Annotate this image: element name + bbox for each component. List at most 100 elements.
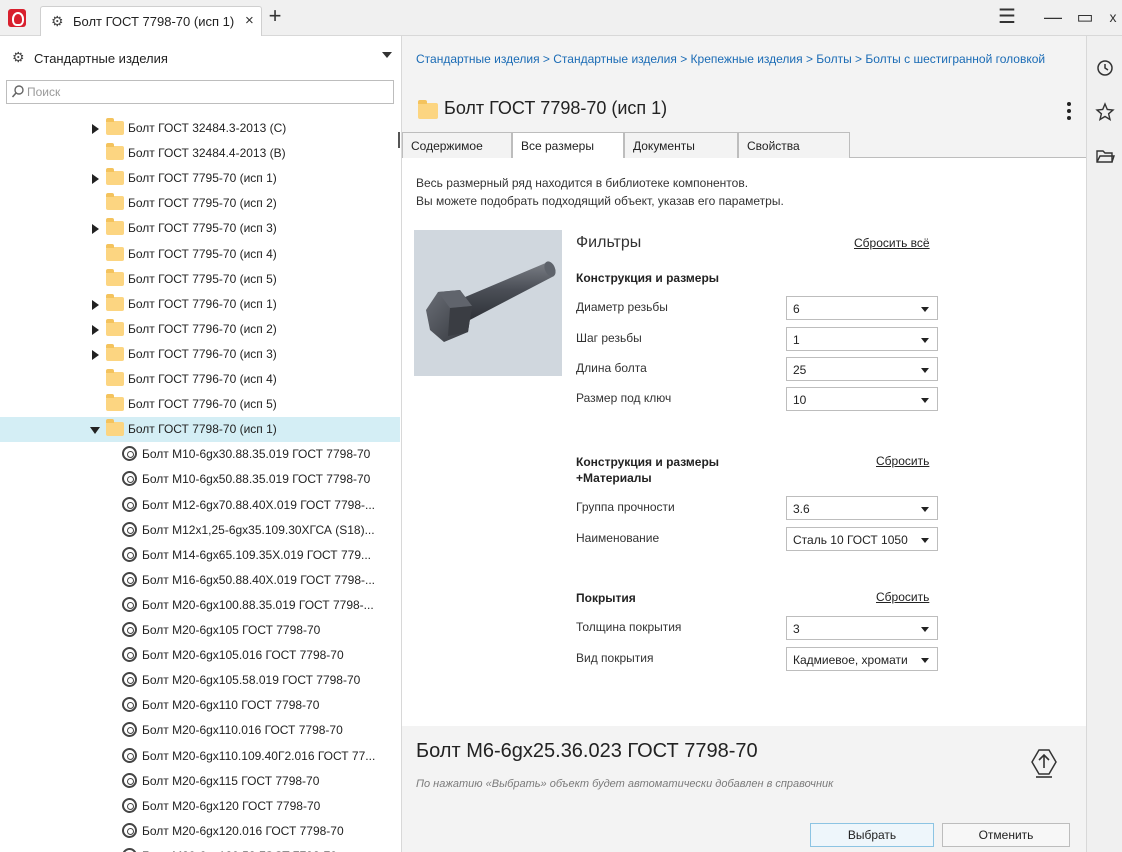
tree-item-label: Болт ГОСТ 7796-70 (исп 3) — [128, 347, 277, 361]
tree-folder-item[interactable]: Болт ГОСТ 7795-70 (исп 2) — [0, 191, 400, 216]
select-value: 25 — [793, 363, 807, 377]
tree-folder-item[interactable]: Болт ГОСТ 32484.4-2013 (В) — [0, 141, 400, 166]
tree-folder-item[interactable]: Болт ГОСТ 7796-70 (исп 1) — [0, 292, 400, 317]
tree-folder-item[interactable]: Болт ГОСТ 7795-70 (исп 5) — [0, 267, 400, 292]
tree-part-item[interactable]: Болт М20-6gx105 ГОСТ 7798-70 — [0, 618, 400, 643]
tree-part-item[interactable]: Болт М20-6gx105.016 ГОСТ 7798-70 — [0, 643, 400, 668]
folder-icon — [106, 394, 124, 411]
expand-arrow-icon[interactable] — [92, 124, 99, 134]
tree-folder-item[interactable]: Болт ГОСТ 7796-70 (исп 2) — [0, 317, 400, 342]
tree-part-item[interactable]: Болт М20-6gx110.016 ГОСТ 7798-70 — [0, 718, 400, 743]
tree-item-label: Болт М20-6gx105.016 ГОСТ 7798-70 — [142, 648, 344, 662]
reset-coating-link[interactable]: Сбросить — [876, 590, 929, 604]
breadcrumb[interactable]: Стандартные изделия > Стандартные издели… — [416, 50, 1076, 69]
tree-item-label: Болт ГОСТ 7796-70 (исп 1) — [128, 297, 277, 311]
panel-splitter[interactable] — [398, 132, 400, 148]
app-logo-icon[interactable] — [8, 9, 26, 27]
tree-part-item[interactable]: Болт М16-6gx50.88.40Х.019 ГОСТ 7798-... — [0, 568, 400, 593]
select-key-size[interactable]: 10 — [786, 387, 938, 411]
chevron-down-icon — [921, 307, 929, 312]
export-icon[interactable] — [1030, 746, 1058, 778]
reset-all-link[interactable]: Сбросить всё — [854, 236, 930, 250]
select-button[interactable]: Выбрать — [810, 823, 934, 847]
part-icon — [122, 522, 137, 537]
group-title-line: +Материалы — [576, 471, 652, 485]
expand-arrow-icon[interactable] — [92, 350, 99, 360]
tab-all-sizes[interactable]: Все размеры — [512, 132, 624, 159]
part-icon — [122, 672, 137, 687]
tree-folder-item[interactable]: Болт ГОСТ 7796-70 (исп 4) — [0, 367, 400, 392]
select-length[interactable]: 25 — [786, 357, 938, 381]
folder-icon — [106, 319, 124, 336]
info-text: Весь размерный ряд находится в библиотек… — [416, 174, 784, 210]
select-material[interactable]: Сталь 10 ГОСТ 1050 — [786, 527, 938, 551]
folder-open-icon[interactable] — [1093, 144, 1117, 168]
tree-item-label: Болт ГОСТ 7795-70 (исп 3) — [128, 221, 277, 235]
select-value: Кадмиевое, хромати — [793, 653, 908, 667]
close-window-icon[interactable]: x — [1100, 4, 1122, 30]
tree-part-item[interactable]: Болт М20-6gx120.58 ГОСТ 7798-70 — [0, 844, 400, 852]
tree-folder-item[interactable]: Болт ГОСТ 7796-70 (исп 3) — [0, 342, 400, 367]
maximize-icon[interactable]: ▭ — [1072, 4, 1098, 30]
expand-arrow-icon[interactable] — [92, 224, 99, 234]
minimize-icon[interactable]: — — [1040, 4, 1066, 30]
document-tab-title: Болт ГОСТ 7798-70 (исп 1) — [73, 14, 235, 29]
select-value: 6 — [793, 302, 800, 316]
history-icon[interactable] — [1093, 56, 1117, 80]
expand-arrow-icon[interactable] — [92, 325, 99, 335]
tree-part-item[interactable]: Болт М14-6gx65.109.35Х.019 ГОСТ 779... — [0, 543, 400, 568]
tab-close-icon[interactable]: × — [245, 12, 254, 29]
bolt-preview-image — [414, 230, 562, 376]
library-selector[interactable]: ⚙ Стандартные изделия — [6, 48, 396, 70]
tree-part-item[interactable]: Болт М12х1,25-6gx35.109.30ХГСА (S18)... — [0, 518, 400, 543]
expand-arrow-icon[interactable] — [92, 174, 99, 184]
info-line: Весь размерный ряд находится в библиотек… — [416, 176, 749, 190]
more-options-icon[interactable] — [1064, 100, 1074, 122]
tree-part-item[interactable]: Болт М20-6gx110.109.40Г2.016 ГОСТ 77... — [0, 744, 400, 769]
document-tab[interactable]: ⚙ Болт ГОСТ 7798-70 (исп 1) × — [40, 6, 262, 36]
chevron-down-icon[interactable] — [382, 52, 392, 58]
filter-label-length: Длина болта — [576, 361, 647, 375]
select-thickness[interactable]: 3 — [786, 616, 938, 640]
new-tab-button[interactable]: + — [264, 4, 286, 30]
reset-materials-link[interactable]: Сбросить — [876, 454, 929, 468]
tree-part-item[interactable]: Болт М20-6gx115 ГОСТ 7798-70 — [0, 769, 400, 794]
tree-part-item[interactable]: Болт М20-6gx120.016 ГОСТ 7798-70 — [0, 819, 400, 844]
tree-part-item[interactable]: Болт М10-6gx50.88.35.019 ГОСТ 7798-70 — [0, 467, 400, 492]
menu-icon[interactable]: ☰ — [994, 4, 1020, 30]
folder-icon — [106, 344, 124, 361]
tree-part-item[interactable]: Болт М12-6gx70.88.40Х.019 ГОСТ 7798-... — [0, 493, 400, 518]
search-input[interactable] — [27, 83, 387, 101]
tree-part-item[interactable]: Болт М20-6gx110 ГОСТ 7798-70 — [0, 693, 400, 718]
cancel-button[interactable]: Отменить — [942, 823, 1070, 847]
folder-icon — [106, 419, 124, 436]
select-pitch[interactable]: 1 — [786, 327, 938, 351]
tab-content[interactable]: Содержимое — [402, 132, 512, 158]
tree-part-item[interactable]: Болт М10-6gx30.88.35.019 ГОСТ 7798-70 — [0, 442, 400, 467]
select-strength[interactable]: 3.6 — [786, 496, 938, 520]
chevron-down-icon — [921, 338, 929, 343]
expand-arrow-icon[interactable] — [92, 300, 99, 310]
filter-label-key-size: Размер под ключ — [576, 391, 672, 405]
tree-part-item[interactable]: Болт М20-6gx120 ГОСТ 7798-70 — [0, 794, 400, 819]
tree-folder-item[interactable]: Болт ГОСТ 7795-70 (исп 1) — [0, 166, 400, 191]
tree-item-label: Болт М12-6gx70.88.40Х.019 ГОСТ 7798-... — [142, 498, 375, 512]
tree-folder-item[interactable]: Болт ГОСТ 7795-70 (исп 4) — [0, 242, 400, 267]
tree-folder-item[interactable]: Болт ГОСТ 7796-70 (исп 5) — [0, 392, 400, 417]
tree-folder-item[interactable]: Болт ГОСТ 7798-70 (исп 1) — [0, 417, 400, 442]
tree-part-item[interactable]: Болт М20-6gx100.88.35.019 ГОСТ 7798-... — [0, 593, 400, 618]
tab-properties[interactable]: Свойства — [738, 132, 850, 158]
select-value: 3 — [793, 622, 800, 636]
tab-documents[interactable]: Документы — [624, 132, 738, 158]
tree-part-item[interactable]: Болт М20-6gx105.58.019 ГОСТ 7798-70 — [0, 668, 400, 693]
tree-item-label: Болт М20-6gx105.58.019 ГОСТ 7798-70 — [142, 673, 361, 687]
collapse-arrow-icon[interactable] — [90, 427, 100, 434]
filter-label-pitch: Шаг резьбы — [576, 331, 642, 345]
select-value: 1 — [793, 333, 800, 347]
tree-folder-item[interactable]: Болт ГОСТ 7795-70 (исп 3) — [0, 216, 400, 241]
all-sizes-pane: Весь размерный ряд находится в библиотек… — [402, 158, 1086, 726]
select-coating[interactable]: Кадмиевое, хромати — [786, 647, 938, 671]
select-diameter[interactable]: 6 — [786, 296, 938, 320]
star-icon[interactable] — [1093, 100, 1117, 124]
tree-folder-item[interactable]: Болт ГОСТ 32484.3-2013 (С) — [0, 116, 400, 141]
